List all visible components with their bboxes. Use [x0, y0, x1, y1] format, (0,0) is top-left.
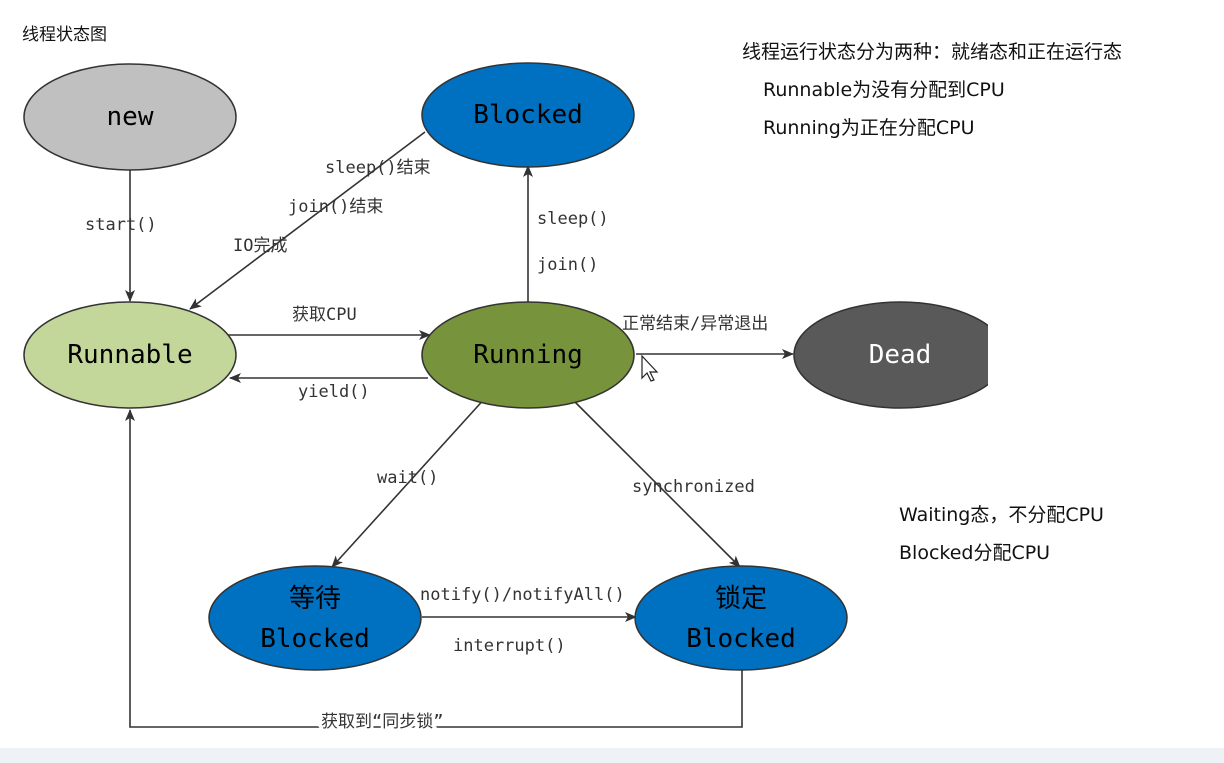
label-finish: 正常结束/异常退出 [622, 314, 768, 334]
label-sleep-end: sleep()结束 [325, 158, 431, 178]
clip-mask [988, 300, 1028, 410]
label-join: join() [537, 255, 598, 275]
node-waiting-label-en: Blocked [260, 624, 370, 654]
thread-state-diagram: start() sleep()结束 join()结束 IO完成 sleep() … [23, 62, 1007, 735]
edge-locked-to-runnable [125, 409, 743, 728]
label-start: start() [85, 215, 157, 235]
label-get-lock: 获取到“同步锁” [321, 712, 443, 732]
node-running-label: Running [473, 340, 583, 370]
label-synchronized: synchronized [632, 477, 755, 497]
label-interrupt: interrupt() [453, 636, 566, 656]
label-sleep: sleep() [537, 209, 609, 229]
label-notify: notify()/notifyAll() [420, 585, 625, 605]
node-locked-label-en: Blocked [686, 624, 796, 654]
label-join-end: join()结束 [288, 197, 383, 217]
node-locked-shape [634, 565, 848, 671]
node-runnable-label: Runnable [67, 340, 192, 370]
node-runnable: Runnable [23, 301, 237, 409]
node-new-label: new [107, 102, 154, 132]
node-locked: 锁定 Blocked [634, 565, 848, 671]
node-running: Running [421, 301, 635, 409]
bottom-bar [0, 748, 1224, 763]
label-yield: yield() [298, 382, 370, 402]
node-waiting-shape [208, 565, 422, 671]
node-locked-label-cn: 锁定 [715, 584, 767, 614]
node-dead: Dead [793, 301, 1007, 409]
node-dead-label: Dead [869, 340, 932, 370]
node-waiting: 等待 Blocked [208, 565, 422, 671]
label-get-cpu: 获取CPU [292, 305, 357, 325]
label-io-done: IO完成 [233, 236, 287, 256]
label-wait: wait() [377, 468, 438, 488]
node-waiting-label-cn: 等待 [289, 584, 341, 614]
node-new: new [23, 63, 237, 171]
node-blocked-label: Blocked [473, 100, 583, 130]
node-blocked: Blocked [421, 62, 635, 168]
mouse-cursor-icon [641, 354, 659, 382]
